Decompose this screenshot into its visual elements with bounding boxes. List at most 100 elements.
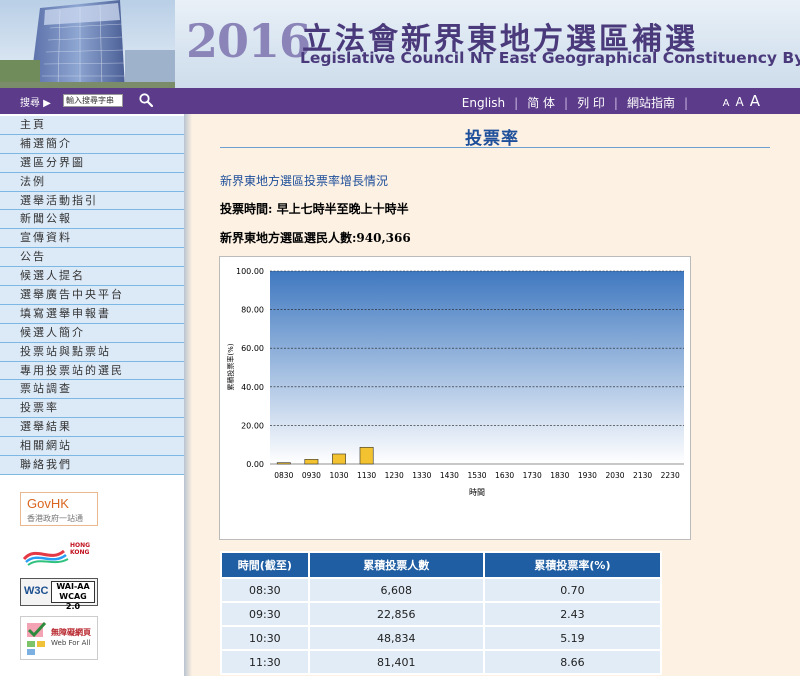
font-medium-button[interactable]: A [736, 95, 744, 109]
col-time-header: 時間(截至) [220, 551, 310, 579]
x-tick-label: 2230 [661, 471, 680, 480]
page-title: 投票率 [465, 129, 519, 149]
sidebar-item-publicity[interactable]: 宣傳資料 [0, 229, 186, 249]
sidebar-item-activity-guidelines[interactable]: 選舉活動指引 [0, 191, 186, 211]
sidebar-item-home[interactable]: 主頁 [0, 116, 186, 135]
main-content: 投票率 新界東地方選區投票率增長情況 投票時間: 早上七時半至晚上十時半 新界東… [192, 114, 800, 676]
link-simplified-chinese[interactable]: 简 体 [518, 94, 564, 111]
voters-cell: 81,401 [307, 649, 485, 675]
voters-cell: 48,834 [307, 625, 485, 651]
col-voters-header: 累積投票人數 [307, 551, 485, 579]
w3c-wcag-logo[interactable]: W3C WAI-AA WCAG 2.0 [20, 578, 98, 611]
table-row: 10:30 48,834 5.19 [220, 625, 663, 651]
top-links: English | 简 体 | 列 印 | 網站指南 | [453, 94, 688, 111]
sidebar-item-election-returns[interactable]: 填寫選舉申報書 [0, 304, 186, 324]
sidebar-item-press-releases[interactable]: 新聞公報 [0, 210, 186, 230]
rate-cell: 5.19 [482, 625, 663, 651]
sidebar-item-ad-platform[interactable]: 選舉廣告中央平台 [0, 286, 186, 305]
turnout-bar [332, 453, 346, 465]
sidebar-item-nominations[interactable]: 候選人提名 [0, 267, 186, 287]
sidebar-shadow [184, 114, 192, 676]
font-large-button[interactable]: A [750, 92, 760, 110]
header-banner: 2016 立法會新界東地方選區補選 Legislative Council NT… [0, 0, 800, 88]
rate-cell: 8.66 [482, 649, 663, 675]
x-tick-label: 1530 [467, 471, 486, 480]
x-tick-label: 1630 [495, 471, 514, 480]
sidebar-item-dedicated-stations[interactable]: 專用投票站的選民 [0, 361, 186, 381]
table-header-row: 時間(截至) 累積投票人數 累積投票率(%) [220, 551, 663, 579]
web-for-all-en: Web For All [51, 639, 91, 647]
sidebar-item-results[interactable]: 選舉結果 [0, 418, 186, 438]
time-cell: 08:30 [220, 577, 310, 603]
sidebar-nav: 主頁 補選簡介 選區分界圖 法例 選舉活動指引 新聞公報 宣傳資料 公告 候選人… [0, 116, 186, 475]
plot-area [270, 271, 684, 464]
web-for-all-zh: 無障礙網頁 [51, 628, 91, 637]
govhk-logo-subtext: 香港政府一站通 [27, 514, 83, 523]
web-for-all-logo[interactable]: 無障礙網頁 Web For All [20, 616, 98, 660]
chart-heading: 新界東地方選區投票率增長情況 [220, 174, 389, 188]
w3c-text: W3C [24, 585, 49, 597]
x-tick-label: 0930 [302, 471, 321, 480]
table-row: 09:30 22,856 2.43 [220, 601, 663, 627]
y-axis-label: 累積投票率(%) [226, 343, 235, 390]
sidebar-item-notices[interactable]: 公告 [0, 248, 186, 268]
wcag-level-text: WAI-AA [56, 582, 90, 591]
sidebar-item-boundary-map[interactable]: 選區分界圖 [0, 153, 186, 173]
y-tick-label: 40.00 [241, 383, 264, 392]
x-tick-label: 2030 [605, 471, 624, 480]
sidebar-item-exit-polls[interactable]: 票站調查 [0, 380, 186, 400]
rate-cell: 0.70 [482, 577, 663, 603]
font-size-controls: A A A [723, 92, 760, 110]
banner-year: 2016 [186, 14, 311, 68]
x-tick-label: 0830 [274, 471, 293, 480]
table-row: 08:30 6,608 0.70 [220, 577, 663, 603]
brand-hk-text: HONG KONG [70, 542, 91, 556]
turnout-chart: 0.00 20.00 40.00 60.00 80.00 100.00 0830 0930 1… [219, 256, 691, 540]
sidebar-item-turnout[interactable]: 投票率 [0, 399, 186, 419]
time-cell: 09:30 [220, 601, 310, 627]
turnout-bar [276, 462, 291, 465]
legco-building-image [0, 0, 175, 88]
brand-hong-kong-logo[interactable]: HONG KONG [20, 539, 98, 567]
x-tick-label: 1130 [357, 471, 376, 480]
sidebar-item-contact[interactable]: 聯絡我們 [0, 456, 186, 475]
sidebar-item-polling-stations[interactable]: 投票站與點票站 [0, 342, 186, 362]
turnout-table: 時間(截至) 累積投票人數 累積投票率(%) 08:30 6,608 0.70 … [220, 551, 663, 675]
wcag-version-text: WCAG 2.0 [59, 592, 87, 611]
voters-cell: 22,856 [307, 601, 485, 627]
sidebar-item-related-sites[interactable]: 相關網站 [0, 437, 186, 457]
search-icon[interactable] [138, 92, 154, 108]
sidebar-item-legislation[interactable]: 法例 [0, 172, 186, 192]
y-tick-label: 80.00 [241, 306, 264, 315]
govhk-logo[interactable]: GovHK 香港政府一站通 [20, 492, 98, 526]
x-tick-label: 1230 [385, 471, 404, 480]
font-small-button[interactable]: A [723, 98, 730, 109]
col-rate-header: 累積投票率(%) [482, 551, 663, 579]
time-cell: 10:30 [220, 625, 310, 651]
y-tick-label: 20.00 [241, 421, 264, 430]
x-tick-label: 1730 [523, 471, 542, 480]
sidebar-item-introduction[interactable]: 補選簡介 [0, 134, 186, 154]
x-tick-label: 1830 [550, 471, 569, 480]
x-axis-label: 時間 [469, 488, 485, 497]
govhk-logo-text: GovHK [27, 496, 69, 511]
turnout-bar [304, 459, 319, 465]
registered-electors: 新界東地方選區選民人數:940,366 [220, 231, 411, 245]
wcag-badge: WAI-AA WCAG 2.0 [51, 581, 95, 611]
time-cell: 11:30 [220, 649, 310, 675]
separator: | [683, 95, 688, 110]
y-tick-label: 60.00 [241, 344, 264, 353]
rate-cell: 2.43 [482, 601, 663, 627]
turnout-chart-svg: 0.00 20.00 40.00 60.00 80.00 100.00 0830 0930 1… [226, 267, 684, 497]
search-label: 搜尋 ▶ [20, 98, 51, 109]
search-input[interactable] [63, 94, 123, 107]
title-divider [220, 147, 770, 148]
link-print[interactable]: 列 印 [568, 94, 614, 111]
link-sitemap[interactable]: 網站指南 [618, 94, 684, 111]
voters-cell: 6,608 [307, 577, 485, 603]
sidebar: 主頁 補選簡介 選區分界圖 法例 選舉活動指引 新聞公報 宣傳資料 公告 候選人… [0, 114, 186, 676]
sidebar-item-candidate-intro[interactable]: 候選人簡介 [0, 323, 186, 343]
banner-title-en: Legislative Council NT East Geographical… [300, 49, 800, 67]
top-toolbar: 搜尋 ▶ English | 简 体 | 列 印 | 網站指南 | A A A [0, 88, 800, 114]
link-english[interactable]: English [453, 96, 514, 110]
